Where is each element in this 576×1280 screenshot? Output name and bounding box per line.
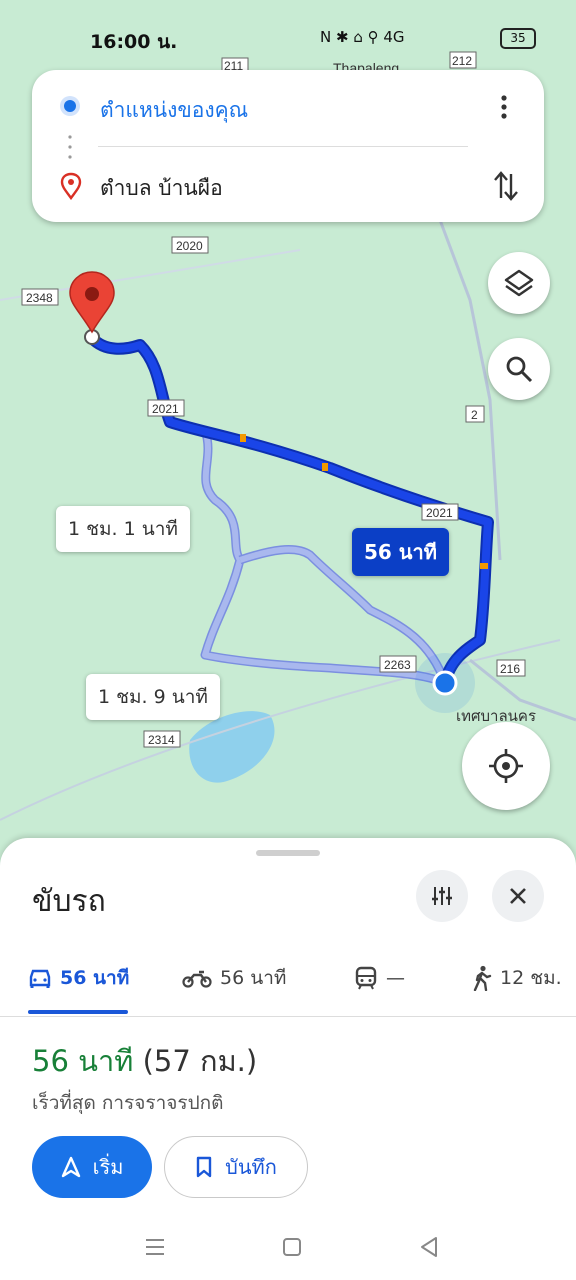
- road-label: 2314: [148, 733, 175, 747]
- search-button[interactable]: [488, 338, 550, 400]
- car-icon: [29, 969, 51, 988]
- tune-icon: [432, 887, 452, 905]
- transit-icon: [355, 966, 377, 990]
- sheet-drag-handle[interactable]: [256, 850, 320, 856]
- status-time: 16:00 น.: [90, 31, 178, 53]
- status-indicators: N ✱ ⌂ ⚲ 4G: [320, 28, 405, 46]
- route-label-alt-2[interactable]: 1 ชม. 9 นาที: [86, 674, 220, 720]
- tab-transit-label: —: [386, 967, 405, 989]
- route-connector-dots: [68, 135, 72, 159]
- directions-sheet: ขับรถ 56 นาที 56 นาที — 12 ชม. 56 นาที (…: [0, 838, 576, 1280]
- close-button[interactable]: [492, 870, 544, 922]
- battery-icon: 35: [500, 28, 536, 49]
- system-nav-bar: [0, 1222, 576, 1272]
- tab-driving[interactable]: 56 นาที: [28, 962, 129, 994]
- road-label: 2020: [176, 239, 203, 253]
- tab-walking-label: 12 ชม.: [500, 967, 562, 989]
- route-options-button[interactable]: [416, 870, 468, 922]
- more-vert-icon[interactable]: [492, 92, 516, 122]
- my-location-icon: [489, 749, 523, 783]
- tab-motorcycle[interactable]: 56 นาที: [182, 962, 286, 994]
- road-label: 2021: [426, 506, 453, 520]
- layers-button[interactable]: [488, 252, 550, 314]
- search-icon: [506, 356, 533, 383]
- origin-dot-icon: [64, 100, 76, 112]
- tab-motorcycle-label: 56 นาที: [220, 967, 287, 989]
- save-button-label: บันทึก: [225, 1155, 277, 1179]
- swap-vert-icon[interactable]: [492, 168, 520, 204]
- start-button-label: เริ่ม: [92, 1155, 124, 1179]
- route-distance: (57 กม.): [142, 1044, 258, 1078]
- tab-walking[interactable]: 12 ชม.: [472, 962, 562, 994]
- directions-card: ตำแหน่งของคุณ ตำบล บ้านผือ: [32, 70, 544, 222]
- road-label: 2348: [26, 291, 53, 305]
- status-bar: 16:00 น. N ✱ ⌂ ⚲ 4G 35: [0, 20, 576, 56]
- route-subtitle: เร็วที่สุด การจราจรปกติ: [32, 1092, 224, 1114]
- recents-menu-icon[interactable]: [140, 1232, 170, 1262]
- road-label: 2021: [152, 402, 179, 416]
- route-label-primary[interactable]: 56 นาที: [352, 528, 449, 576]
- active-tab-indicator: [28, 1010, 128, 1014]
- road-label: 2263: [384, 658, 411, 672]
- route-summary: 56 นาที (57 กม.): [32, 1038, 257, 1084]
- road-label: 212: [452, 54, 472, 68]
- close-icon: [510, 888, 526, 904]
- road-label: 2: [471, 408, 478, 422]
- home-square-icon[interactable]: [277, 1232, 307, 1262]
- save-button[interactable]: บันทึก: [164, 1136, 308, 1198]
- tabs-divider: [0, 1016, 576, 1017]
- current-location-marker: [432, 670, 458, 696]
- back-triangle-icon[interactable]: [414, 1232, 444, 1262]
- walk-icon: [473, 965, 492, 991]
- layers-icon: [504, 269, 534, 297]
- origin-field[interactable]: ตำแหน่งของคุณ: [100, 94, 248, 127]
- route-label-alt-1[interactable]: 1 ชม. 1 นาที: [56, 506, 190, 552]
- motorcycle-icon: [182, 970, 212, 988]
- destination-pin-icon: [60, 172, 82, 200]
- card-divider: [98, 146, 468, 147]
- route-duration: 56 นาที: [32, 1044, 134, 1078]
- my-location-button[interactable]: [462, 722, 550, 810]
- travel-mode-tabs: 56 นาที 56 นาที — 12 ชม.: [0, 948, 576, 1018]
- tab-transit[interactable]: —: [354, 962, 405, 994]
- destination-field[interactable]: ตำบล บ้านผือ: [100, 172, 223, 205]
- bookmark-icon: [196, 1156, 212, 1178]
- start-button[interactable]: เริ่ม: [32, 1136, 152, 1198]
- road-label: 216: [500, 662, 520, 676]
- tab-driving-label: 56 นาที: [60, 967, 130, 989]
- sheet-title: ขับรถ: [32, 884, 106, 919]
- navigation-arrow-icon: [61, 1156, 80, 1178]
